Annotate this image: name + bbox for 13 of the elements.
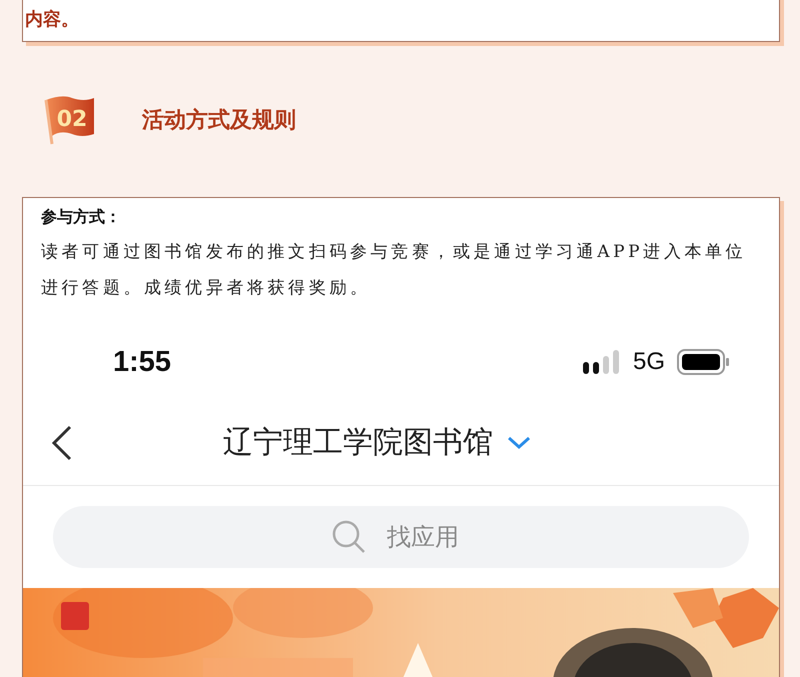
status-time: 1:55 xyxy=(113,346,172,378)
chevron-down-icon[interactable] xyxy=(507,436,531,450)
intro-text: 内容。 xyxy=(25,8,79,32)
search-icon xyxy=(331,519,367,555)
signal-icon xyxy=(582,350,621,374)
section-title: 活动方式及规则 xyxy=(142,106,296,134)
paragraph: 读者可通过图书馆发布的推文扫码参与竞赛，或是通过学习通APP进入本单位进行答题。成绩优异者将获得奖励。 xyxy=(40,241,748,300)
nav-title: 辽宁理工学院图书馆 xyxy=(223,424,493,462)
battery-icon xyxy=(677,349,729,375)
back-icon[interactable] xyxy=(51,424,73,460)
network-label: 5G xyxy=(632,348,665,376)
subheading: 参与方式： xyxy=(40,206,122,228)
search-field[interactable]: 找应用 xyxy=(53,506,749,568)
